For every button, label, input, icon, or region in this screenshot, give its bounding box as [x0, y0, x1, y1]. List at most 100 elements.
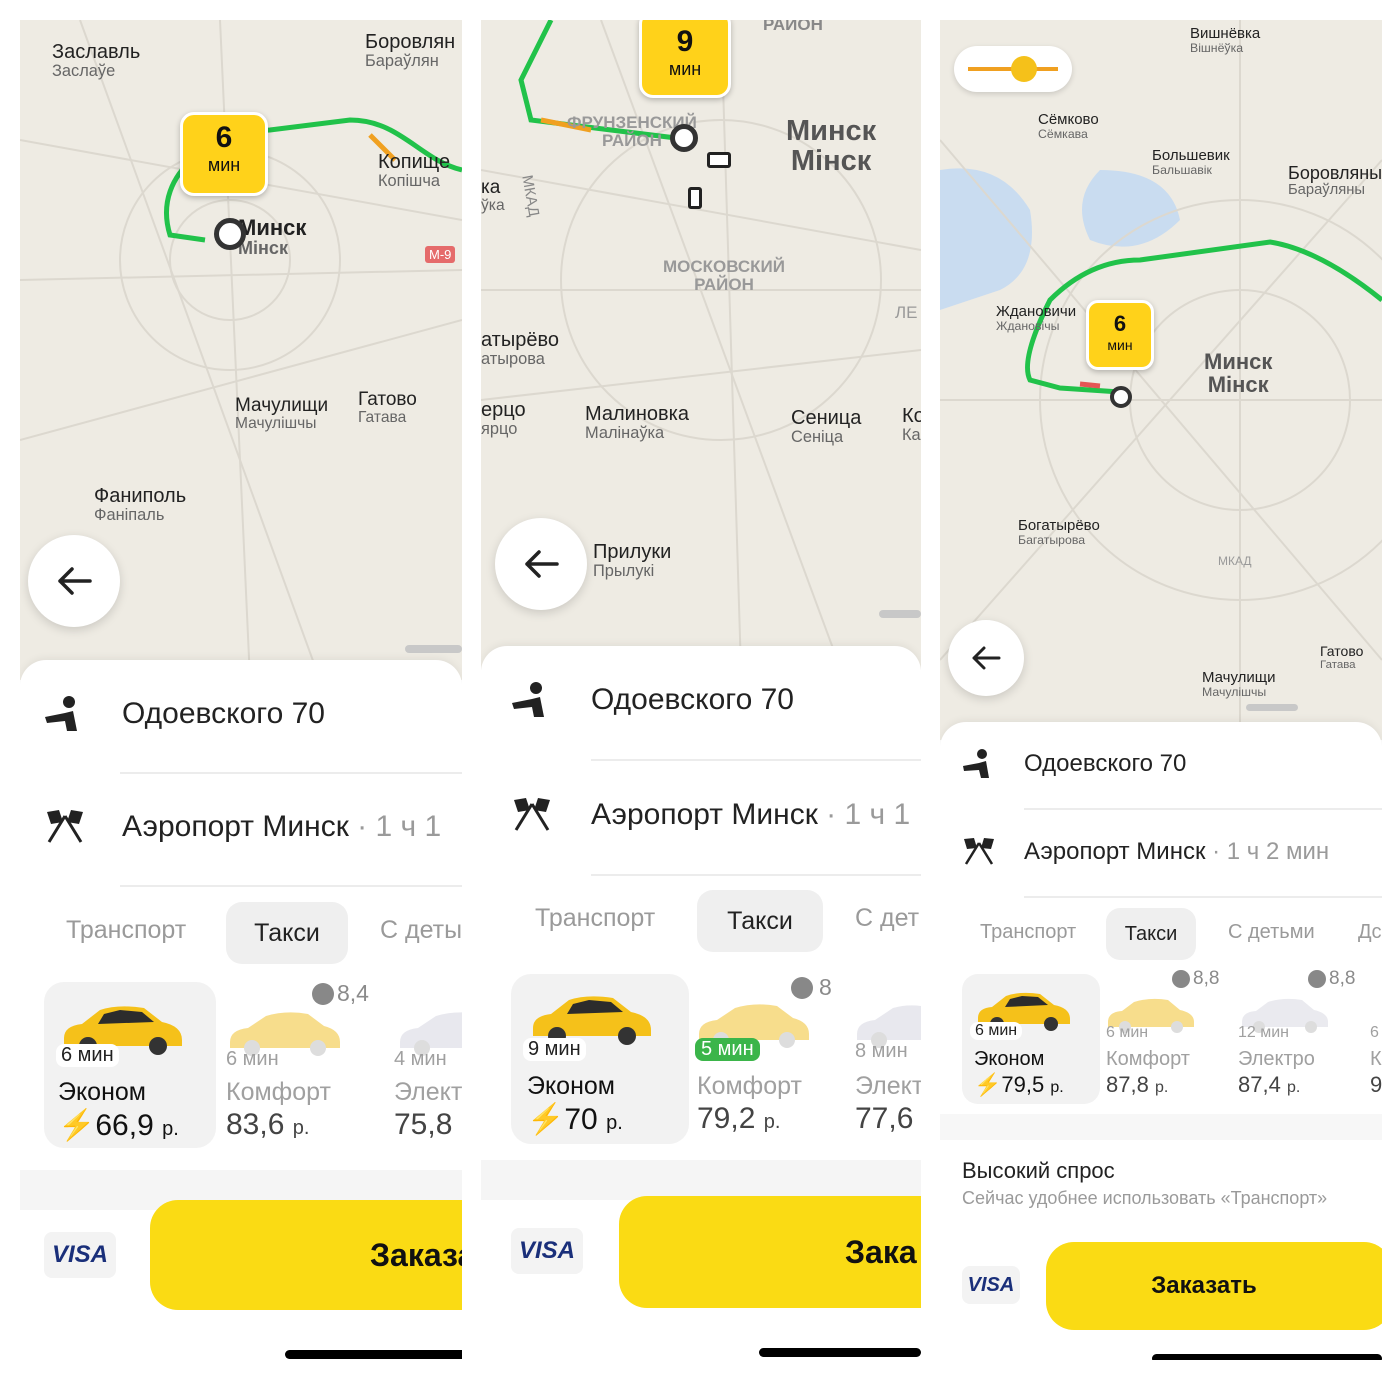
- currency: р.: [292, 1117, 310, 1139]
- screen-1: Заславль Заслаўе Боровлян Бараўлян Копище К…: [20, 20, 462, 1360]
- tariff-eta: 9 мин: [523, 1038, 586, 1061]
- tariff-name: Эконом: [527, 1072, 615, 1100]
- tariff-price: 77,6: [855, 1102, 914, 1135]
- payment-method[interactable]: VISA: [44, 1232, 116, 1278]
- tariff-eta: 6 мин: [56, 1044, 119, 1067]
- back-button[interactable]: [28, 535, 120, 627]
- tariff-card-economy[interactable]: 6 мин Эконом ⚡79,5 р.: [962, 974, 1100, 1104]
- payment-method[interactable]: VISA: [962, 1266, 1020, 1304]
- eta-pin: 9 мин: [639, 20, 731, 98]
- home-indicator: [759, 1348, 921, 1357]
- tab-taxi[interactable]: Такси: [226, 902, 348, 964]
- place-label: Богатырёво Багатырова: [1018, 517, 1100, 547]
- divider: [591, 874, 921, 876]
- from-address: Одоевского 70: [1024, 750, 1187, 777]
- mode-tabs: Транспорт Такси С детьми Дс: [940, 908, 1382, 960]
- tab-kids[interactable]: С дет: [855, 904, 919, 933]
- tariff-card-economy[interactable]: 9 мин Эконом ⚡70 р.: [511, 974, 689, 1144]
- tab-taxi[interactable]: Такси: [697, 890, 823, 952]
- place-label: Фаниполь Фаніпаль: [94, 485, 187, 524]
- city-label: Минск Мінск: [1204, 349, 1273, 398]
- tariff-card-comfort[interactable]: 8,8 6 мин Комфорт 87,8 р.: [1102, 968, 1234, 1104]
- route-from[interactable]: Одоевского 70: [20, 690, 462, 738]
- tab-kids[interactable]: С детьми: [1228, 921, 1315, 944]
- place-label: Прилуки Прылукі: [593, 541, 672, 580]
- bottom-sheet: Одоевского 70 Аэропорт Минск · 1 ч 1 Тра…: [481, 646, 921, 1360]
- tab-transport[interactable]: Транспорт: [535, 904, 655, 933]
- tab-transport[interactable]: Транспорт: [980, 921, 1076, 944]
- route-to[interactable]: Аэропорт Минск · 1 ч 2 мин: [940, 832, 1382, 872]
- tariff-eta: 12 мин: [1238, 1024, 1290, 1041]
- currency: р.: [1050, 1079, 1064, 1096]
- tariff-eta: 6 мин: [970, 1022, 1023, 1040]
- route-to[interactable]: Аэропорт Минск · 1 ч 1: [20, 803, 462, 851]
- map-view[interactable]: Заславль Заслаўе Боровлян Бараўлян Копище К…: [20, 20, 462, 680]
- plus-points: 8,8: [1329, 968, 1356, 989]
- tariff-card-economy[interactable]: 6 мин Эконом ⚡66,9 р.: [44, 982, 216, 1148]
- tariff-card-electro[interactable]: 4 мин Элект 75,8: [390, 982, 462, 1148]
- from-address: Одоевского 70: [122, 697, 325, 730]
- to-address: Аэропорт Минск: [122, 810, 349, 843]
- tariff-price: 70: [564, 1103, 598, 1136]
- route-from[interactable]: Одоевского 70: [481, 676, 921, 724]
- order-label: Заказа: [370, 1236, 462, 1273]
- order-button[interactable]: Заказа: [150, 1200, 462, 1310]
- tab-more[interactable]: Дс: [1358, 921, 1382, 944]
- sheet-fade: [940, 1114, 1382, 1140]
- tariff-price: 87,8: [1106, 1072, 1149, 1097]
- order-button[interactable]: Зака: [619, 1196, 921, 1308]
- payment-method[interactable]: VISA: [511, 1228, 583, 1274]
- traffic-toggle-button[interactable]: [954, 46, 1072, 92]
- demand-notice: Высокий спрос Сейчас удобнее использоват…: [962, 1158, 1327, 1209]
- tariff-eta: 6 мин: [226, 1048, 279, 1070]
- tariff-name: К: [1370, 1048, 1382, 1070]
- tariff-name: Электро: [1238, 1048, 1315, 1070]
- tariff-card-comfort[interactable]: 8,4 6 мин Комфорт 83,6 р.: [218, 980, 388, 1148]
- tariff-name: Эконом: [58, 1078, 146, 1106]
- arrow-left-icon: [525, 550, 559, 578]
- traffic-icon: [968, 56, 1058, 82]
- arrow-left-icon: [972, 646, 1001, 670]
- tariff-card-electro[interactable]: 8 мин Элект 77,6: [853, 974, 921, 1144]
- tariff-card-electro[interactable]: 8,8 12 мин Электро 87,4 р.: [1236, 968, 1368, 1104]
- bottom-sheet: Одоевского 70 Аэропорт Минск · 1 ч 1 Тра…: [20, 660, 462, 1360]
- pickup-marker: [214, 218, 246, 250]
- place-label: Мачулищи Мачулішчы: [235, 395, 329, 432]
- place-label: Ждановичи Ждановічы: [996, 303, 1077, 333]
- car-marker: [688, 187, 702, 209]
- arrow-left-icon: [58, 567, 92, 595]
- currency: р.: [763, 1111, 781, 1133]
- person-waving-icon: [42, 694, 88, 734]
- back-button[interactable]: [495, 518, 587, 610]
- tariff-eta: 8 мин: [855, 1040, 908, 1062]
- notice-title: Высокий спрос: [962, 1158, 1115, 1183]
- person-waving-icon: [960, 746, 998, 782]
- tab-taxi[interactable]: Такси: [1106, 908, 1196, 960]
- map-view[interactable]: РАЙОН ФРУНЗЕНСКИЙ РАЙОН Минск Мінск МКАД к…: [481, 20, 921, 670]
- plus-points-icon: [791, 976, 813, 999]
- tab-transport[interactable]: Транспорт: [66, 916, 186, 945]
- tariff-price: 87,4: [1238, 1072, 1281, 1097]
- plus-points-icon: [312, 982, 334, 1005]
- screen-2: РАЙОН ФРУНЗЕНСКИЙ РАЙОН Минск Мінск МКАД к…: [481, 20, 921, 1360]
- trip-duration: · 1 ч 1: [357, 810, 442, 843]
- tab-kids[interactable]: С деты: [380, 916, 462, 945]
- car-marker: [707, 152, 731, 168]
- tariff-card-comfort[interactable]: 8 5 мин Комфорт 79,2 р.: [691, 974, 857, 1144]
- to-address: Аэропорт Минск: [591, 798, 818, 831]
- back-button[interactable]: [948, 620, 1024, 696]
- divider: [120, 772, 462, 774]
- finish-flags-icon: [960, 834, 998, 870]
- map-view[interactable]: Вишнёвка Вішнёўка Сёмково Сёмкава Большеви…: [940, 20, 1382, 740]
- route-from[interactable]: Одоевского 70: [940, 744, 1382, 784]
- trip-duration: · 1 ч 2 мин: [1212, 838, 1330, 865]
- tariff-card-more[interactable]: 6 К 9: [1368, 974, 1382, 1104]
- tariff-eta: 4 мин: [394, 1048, 447, 1070]
- place-label: Сёмково Сёмкава: [1038, 111, 1099, 141]
- road-label: МКАД: [1218, 554, 1252, 568]
- order-button[interactable]: Заказать: [1046, 1242, 1382, 1330]
- route-to[interactable]: Аэропорт Минск · 1 ч 1: [481, 791, 921, 839]
- person-waving-icon: [509, 680, 555, 720]
- currency: р.: [1286, 1079, 1301, 1096]
- place-label: Большевик Бальшавік: [1152, 147, 1230, 177]
